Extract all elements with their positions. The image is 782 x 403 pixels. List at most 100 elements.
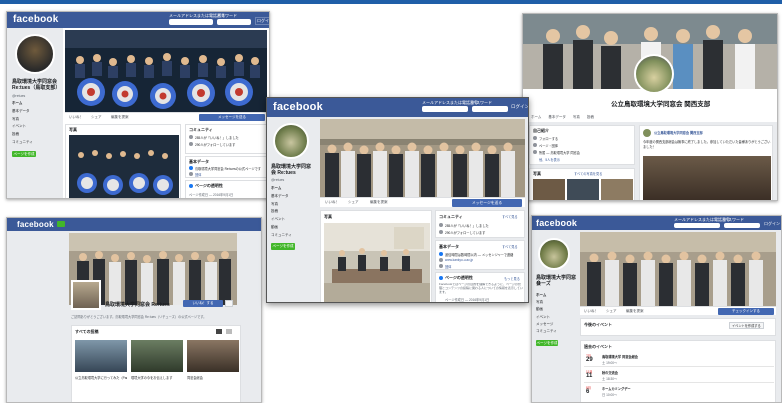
kansai-tab-basic[interactable]: 基本データ — [548, 115, 566, 119]
nav-home-4[interactable]: ホーム — [536, 292, 557, 299]
create-page-button[interactable]: ページを作成 — [12, 151, 36, 157]
share-action-center[interactable]: シェア — [348, 200, 359, 205]
profile-picture-4[interactable] — [538, 238, 570, 270]
create-page-button-center[interactable]: ページを作成 — [271, 243, 295, 250]
flag-icon — [189, 184, 193, 188]
login-button[interactable]: ログイン — [255, 17, 269, 25]
kansai-photo-thumb-3[interactable] — [601, 179, 633, 200]
kansai-tab-posts[interactable]: 投稿 — [587, 115, 594, 119]
meeting-photo-center[interactable] — [324, 223, 430, 302]
event-row-2[interactable]: 11月 11 秋の交流会 土 18:30〜 — [584, 369, 774, 383]
basic-link-center[interactable]: www.kankyo-u.ac.jp — [445, 258, 473, 262]
nav-community[interactable]: コミュニティ — [12, 139, 33, 147]
nav-basic-center[interactable]: 基本データ — [271, 193, 292, 201]
event-title[interactable]: 秋の交流会 — [602, 370, 618, 375]
login-button-4[interactable]: ログイン — [764, 221, 780, 227]
facebook-logo[interactable]: facebook — [13, 14, 59, 25]
basic-description: 鳥取環境大学同窓会 Re:tuesの公式ページです — [195, 167, 261, 171]
checkin-button-4[interactable]: チェックインする — [718, 308, 774, 315]
create-event-button[interactable]: イベントを作成する — [729, 322, 764, 329]
kansai-photo-thumb-1[interactable] — [533, 179, 565, 200]
facebook-logo-center[interactable]: facebook — [273, 101, 323, 113]
video-title-2[interactable]: 環境大学の今をお伝えします — [131, 375, 183, 380]
send-message-button[interactable]: メッセージを送る — [199, 114, 265, 121]
event-row-3[interactable]: 8月 6 ホームカミングデー 日 10:00〜 — [584, 385, 774, 399]
nav-home-center[interactable]: ホーム — [271, 185, 292, 193]
action-bar-center: いいね！ シェア 編集を提案 メッセージを送る — [320, 197, 525, 207]
share-action-4[interactable]: シェア — [606, 309, 617, 314]
event-row-1[interactable]: 7月 29 鳥取環境大学 同窓会総会 土 19:00〜 — [584, 353, 774, 367]
nav-messages-4[interactable]: メッセージ — [536, 321, 557, 328]
login-button-center[interactable]: ログイン — [511, 104, 528, 110]
nav-photos-4[interactable]: 写真 — [536, 299, 557, 306]
facebook-logo-3[interactable]: facebook — [17, 220, 54, 229]
nav-posts[interactable]: 投稿 — [12, 131, 33, 139]
page-handle-center: @retues — [271, 178, 285, 182]
photo-thumbnail[interactable] — [69, 135, 179, 198]
like-page-button-3[interactable]: いいね！する — [183, 300, 223, 307]
view-toggle-icon[interactable] — [216, 329, 222, 334]
nav-photos-center[interactable]: 写真 — [271, 201, 292, 209]
grid-toggle-icon[interactable] — [226, 329, 232, 334]
password-input[interactable] — [217, 19, 251, 25]
nav-events-4[interactable]: イベント — [536, 314, 557, 321]
nav-home[interactable]: ホーム — [12, 100, 33, 108]
kansai-profile-picture[interactable] — [634, 54, 674, 94]
video-thumb-1[interactable] — [75, 340, 127, 372]
email-input-4[interactable] — [674, 223, 720, 228]
more-button-3[interactable] — [225, 300, 233, 307]
suggest-edit-action-4[interactable]: 編集を提案 — [626, 309, 644, 314]
nav-events-center[interactable]: イベント — [271, 216, 292, 224]
facebook-logo-4[interactable]: facebook — [536, 218, 577, 228]
nav-events[interactable]: イベント — [12, 123, 33, 131]
basic-category-center[interactable]: 団体 — [445, 264, 451, 269]
kansai-post-avatar[interactable] — [643, 129, 651, 137]
profile-picture[interactable] — [15, 34, 55, 74]
share-action[interactable]: シェア — [91, 115, 102, 120]
kansai-post-author[interactable]: 公立鳥取環境大学同窓会 関西支部 — [654, 130, 703, 135]
nav-photos[interactable]: 写真 — [12, 116, 33, 124]
nav-basic[interactable]: 基本データ — [12, 108, 33, 116]
kansai-tab-home[interactable]: ホーム — [531, 115, 541, 119]
video-title-1[interactable]: 公立鳥取環境大学に行ってみた（Part） — [75, 375, 127, 380]
nav-posts-center[interactable]: 投稿 — [271, 208, 292, 216]
intro-more-link[interactable]: 他、5人を表示 — [539, 157, 560, 162]
nav-community-4[interactable]: コミュニティ — [536, 328, 557, 335]
like-action-4[interactable]: いいね！ — [584, 309, 598, 314]
video-thumb-2[interactable] — [131, 340, 183, 372]
video-title-3[interactable]: 同窓会総会 — [187, 375, 203, 380]
like-action[interactable]: いいね！ — [69, 115, 83, 120]
video-thumb-3[interactable] — [187, 340, 239, 372]
community-more-link[interactable]: すべて見る — [502, 214, 518, 219]
email-input-center[interactable] — [422, 106, 468, 112]
nav-videos-center[interactable]: 動画 — [271, 224, 292, 232]
cover-photo[interactable] — [65, 30, 267, 112]
transparency-panel-center: ページの透明性 もっと見る Facebookではページの目的を理解できるように、… — [435, 272, 525, 302]
event-day: 11 — [586, 373, 593, 379]
nav-videos-4[interactable]: 動画 — [536, 306, 557, 313]
password-input-4[interactable] — [724, 223, 760, 228]
nav-community-center[interactable]: コミュニティ — [271, 232, 292, 240]
dropdown-badge[interactable] — [57, 221, 65, 227]
profile-picture-center[interactable] — [273, 123, 309, 159]
event-title[interactable]: ホームカミングデー — [602, 386, 631, 391]
send-message-button-center[interactable]: メッセージを送る — [452, 199, 522, 207]
basic-more-link[interactable]: すべて見る — [502, 244, 518, 249]
transparency-more-link[interactable]: もっと見る — [504, 276, 520, 281]
like-action-center[interactable]: いいね！ — [325, 200, 339, 205]
create-page-button-4[interactable]: ページを作成 — [536, 340, 558, 346]
past-heading: 過去のイベント — [584, 344, 612, 349]
password-input-center[interactable] — [472, 106, 508, 112]
kansai-photo-thumb-2[interactable] — [567, 179, 599, 200]
cover-photo-center[interactable] — [320, 119, 525, 197]
kansai-photos-all-link[interactable]: すべての写真を見る — [574, 171, 602, 176]
event-title[interactable]: 鳥取環境大学 同窓会総会 — [602, 354, 638, 359]
profile-picture-3[interactable] — [71, 280, 101, 310]
email-input[interactable] — [169, 19, 213, 25]
kansai-tab-photos[interactable]: 写真 — [573, 115, 580, 119]
suggest-edit-action-center[interactable]: 編集を提案 — [370, 200, 388, 205]
suggest-edit-action[interactable]: 編集を提案 — [111, 115, 129, 120]
basic-category[interactable]: 団体 — [195, 172, 201, 177]
kansai-post-photo[interactable] — [643, 156, 771, 200]
cover-photo-4[interactable] — [580, 232, 776, 306]
